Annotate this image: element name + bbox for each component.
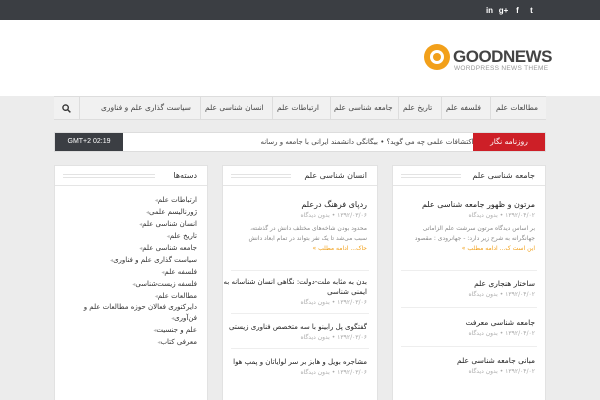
categories-title: دسته‌ها	[173, 171, 197, 180]
post-title[interactable]: مشاجره بویل و هابز بر سر لوایاتان و پمپ …	[233, 358, 367, 366]
post-title[interactable]: مرتون و ظهور جامعه شناسی علم	[422, 200, 535, 209]
sociology-title[interactable]: جامعه شناسی علم	[472, 166, 535, 186]
post-meta: ۱۳۹۲/۰۴/۰۲ • بدون دیدگاه	[468, 291, 535, 298]
divider	[231, 313, 369, 314]
post-title[interactable]: جامعه شناسی معرفت	[466, 318, 535, 327]
categories-header: دسته‌ها	[55, 166, 207, 186]
search-button[interactable]	[54, 97, 80, 119]
nav-item-philosophy[interactable]: فلسفه علم	[446, 97, 481, 119]
search-icon	[62, 103, 71, 113]
category-item[interactable]: سیاست گذاری علم و فناوری◂	[62, 254, 197, 266]
divider	[401, 270, 537, 271]
sociology-widget: جامعه شناسی علم مرتون و ظهور جامعه شناسی…	[392, 165, 546, 400]
post-meta: ۱۳۹۲/۰۴/۰۲ • بدون دیدگاه	[468, 368, 535, 375]
post-meta: ۱۳۹۲/۰۳/۰۶ • بدون دیدگاه	[300, 299, 367, 306]
category-item[interactable]: مطالعات علم◂	[62, 290, 197, 302]
nav-item-communication[interactable]: ارتباطات علم	[277, 97, 319, 119]
post-meta: ۱۳۹۲/۰۳/۰۶ • بدون دیدگاه	[300, 369, 367, 376]
post-meta: ۱۳۹۲/۰۴/۰۲ • بدون دیدگاه	[468, 212, 535, 219]
nav-item-science-studies[interactable]: مطالعات علم	[496, 97, 538, 119]
post-meta: ۱۳۹۲/۰۳/۰۶ • بدون دیدگاه	[300, 212, 367, 219]
sociology-header: جامعه شناسی علم	[393, 166, 545, 186]
header-decoration	[231, 174, 291, 178]
post-title[interactable]: مبانی جامعه شناسی علم	[457, 356, 535, 365]
google-plus-icon[interactable]: g+	[497, 4, 510, 16]
read-more-link[interactable]: حاک... ادامه مطلب »	[248, 244, 367, 254]
divider	[231, 348, 369, 349]
post-title[interactable]: ساختار هنجاری علم	[474, 279, 535, 288]
top-bar: in g+ f t	[0, 0, 600, 20]
post-title-line2[interactable]: ایمنی شناسی	[327, 288, 367, 296]
divider	[401, 346, 537, 347]
category-item[interactable]: معرفی کتاب◂	[62, 336, 197, 348]
anthropology-widget: انسان شناسی علم ردپای فرهنگ درعلم ۱۳۹۲/۰…	[222, 165, 378, 400]
news-ticker: GMT+2 02:19 تاریخ علم درباره اکتشافات عل…	[54, 132, 546, 152]
category-item[interactable]: فلسفه علم◂	[62, 266, 197, 278]
post-meta: ۱۳۹۲/۰۳/۰۶ • بدون دیدگاه	[300, 334, 367, 341]
read-more-link[interactable]: این است ک... ادامه مطلب »	[415, 244, 535, 254]
twitter-icon[interactable]: t	[525, 4, 538, 16]
category-list: ارتباطات علم◂ ژورنالیسم علمی◂ انسان شناس…	[62, 194, 197, 348]
ticker-label: روزنامه نگار	[473, 133, 545, 151]
post-meta: ۱۳۹۲/۰۴/۰۲ • بدون دیدگاه	[468, 330, 535, 337]
divider	[231, 270, 369, 271]
main-nav: سیاست گذاری علم و فناوری انسان شناسی علم…	[54, 96, 546, 120]
category-item[interactable]: ارتباطات علم◂	[62, 194, 197, 206]
post-title[interactable]: بدن به مثابه ملت-دولت: نگاهی انسان شناسا…	[224, 278, 367, 286]
social-links: in g+ f t	[483, 4, 538, 16]
ticker-time: GMT+2 02:19	[55, 133, 123, 151]
category-item[interactable]: تاریخ علم◂	[62, 230, 197, 242]
nav-item-sociology[interactable]: جامعه شناسی علم	[334, 97, 393, 119]
post-excerpt: محدود بودن شاخه‌های مختلف دانش در گذشته،…	[248, 225, 367, 254]
logo-title[interactable]: GOODNEWS	[453, 47, 552, 67]
category-item[interactable]: ژورنالیسم علمی◂	[62, 206, 197, 218]
categories-widget: دسته‌ها ارتباطات علم◂ ژورنالیسم علمی◂ ان…	[54, 165, 208, 400]
nav-item-history[interactable]: تاریخ علم	[403, 97, 432, 119]
category-item[interactable]: دایرکتوری فعالان حوزه مطالعات علم و فن‌آ…	[62, 302, 197, 324]
nav-item-science-policy[interactable]: سیاست گذاری علم و فناوری	[101, 97, 191, 119]
anthropology-header: انسان شناسی علم	[223, 166, 377, 186]
divider	[401, 307, 537, 308]
post-title[interactable]: ردپای فرهنگ درعلم	[301, 200, 367, 209]
category-item[interactable]: جامعه شناسی علم◂	[62, 242, 197, 254]
anthropology-title[interactable]: انسان شناسی علم	[304, 166, 367, 186]
site-header: GOODNEWS WORDPRESS NEWS THEME	[0, 20, 600, 96]
post-title[interactable]: گفتگوی پل رابینو با سه متخصص فناوری زیست…	[229, 323, 367, 331]
header-decoration	[401, 174, 461, 178]
nav-item-anthropology[interactable]: انسان شناسی علم	[205, 97, 264, 119]
header-decoration	[63, 174, 155, 178]
category-item[interactable]: فلسفه زیست‌شناسی◂	[62, 278, 197, 290]
linkedin-icon[interactable]: in	[483, 4, 496, 16]
facebook-icon[interactable]: f	[511, 4, 524, 16]
category-item[interactable]: انسان شناسی علم◂	[62, 218, 197, 230]
post-excerpt: بر اساس دیدگاه مرتون سرشت علم الزاماتی ج…	[414, 225, 535, 254]
logo-icon[interactable]	[424, 44, 450, 70]
logo-subtitle: WORDPRESS NEWS THEME	[454, 65, 549, 72]
category-item[interactable]: علم و جنسیت◂	[62, 324, 197, 336]
